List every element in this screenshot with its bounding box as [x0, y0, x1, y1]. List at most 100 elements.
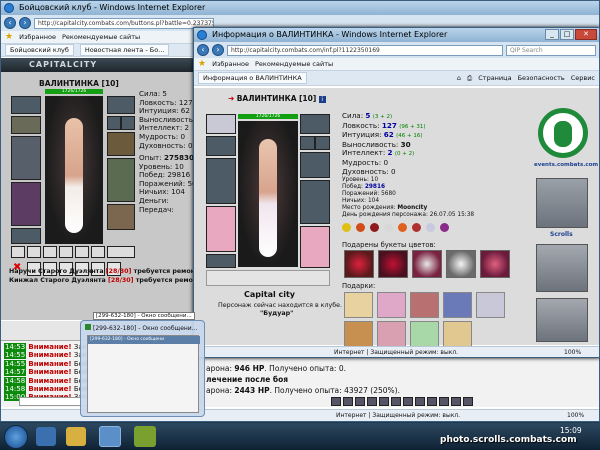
chat-action-icon[interactable]	[331, 397, 341, 406]
print-icon[interactable]: ⎙	[467, 74, 472, 83]
gift-item[interactable]	[377, 292, 406, 318]
slot-gloves[interactable]	[107, 132, 135, 156]
chat-action-icon[interactable]	[355, 397, 365, 406]
start-button[interactable]	[4, 425, 28, 449]
command-tools[interactable]: Сервис	[571, 74, 595, 82]
forward-arrow-icon[interactable]: ›	[19, 17, 31, 29]
front-zoom-level[interactable]: 100%	[564, 347, 581, 357]
small-slot[interactable]	[107, 246, 135, 258]
close-button[interactable]: ✕	[575, 29, 597, 40]
back-favorites-label[interactable]: Избранное	[19, 33, 56, 41]
taskbar-qip-icon[interactable]	[134, 426, 156, 447]
back-character-portrait[interactable]	[45, 96, 103, 244]
chat-action-icon[interactable]	[379, 397, 389, 406]
slot-ring-1[interactable]	[107, 116, 121, 130]
slot-pants-pink[interactable]	[300, 226, 330, 268]
badge-icon[interactable]	[356, 223, 365, 232]
slot-belt[interactable]	[11, 228, 41, 244]
chat-action-icon[interactable]	[415, 397, 425, 406]
badge-icon[interactable]	[384, 223, 393, 232]
events-logo[interactable]	[538, 108, 588, 158]
slot-weapon-left[interactable]	[206, 158, 236, 204]
back-address-field[interactable]: http://capitalcity.combats.com/buttons.p…	[34, 17, 214, 29]
favorites-star-icon[interactable]: ★	[5, 32, 13, 42]
front-tab-info[interactable]: Информация о ВАЛИНТИНКА	[198, 72, 307, 84]
side-banner[interactable]	[536, 298, 588, 342]
command-security[interactable]: Безопасность	[518, 74, 565, 82]
events-link[interactable]: events.combats.com	[534, 162, 598, 168]
slot-shield[interactable]	[107, 158, 135, 202]
command-page[interactable]: Страница	[478, 74, 511, 82]
back-arrow-icon[interactable]: ‹	[4, 17, 16, 29]
tray-clock[interactable]: 15:09	[560, 426, 582, 435]
bouquet-item[interactable]	[480, 250, 510, 278]
minimize-button[interactable]: _	[545, 29, 559, 40]
small-slot[interactable]	[27, 246, 41, 258]
slot-amulet[interactable]	[206, 136, 236, 156]
slot-helmet[interactable]	[11, 96, 41, 114]
slot-earrings[interactable]	[107, 96, 135, 114]
forward-arrow-icon[interactable]: ›	[212, 44, 224, 56]
badge-icon[interactable]	[342, 223, 351, 232]
slot-amulet[interactable]	[11, 116, 41, 134]
taskbar-ie-icon[interactable]	[36, 427, 56, 446]
small-slot[interactable]	[59, 246, 73, 258]
chat-action-icon[interactable]	[367, 397, 377, 406]
front-favorites-label[interactable]: Избранное	[212, 60, 249, 68]
badge-icon[interactable]	[426, 223, 435, 232]
small-slot[interactable]	[11, 246, 25, 258]
home-icon[interactable]: ⌂	[457, 74, 461, 82]
gift-item[interactable]	[377, 321, 406, 347]
back-tab-fight-club[interactable]: Бойцовский клуб	[5, 44, 74, 56]
slot-earrings[interactable]	[300, 114, 330, 134]
slot-ring-1[interactable]	[300, 136, 315, 150]
info-icon[interactable]: i	[318, 96, 326, 103]
back-arrow-icon[interactable]: ‹	[197, 44, 209, 56]
back-recommended-label[interactable]: Рекомендуемые сайты	[62, 33, 140, 41]
gift-item[interactable]	[410, 321, 439, 347]
scrolls-banner[interactable]	[536, 178, 588, 228]
chat-action-icon[interactable]	[343, 397, 353, 406]
badge-icon[interactable]	[398, 223, 407, 232]
badge-icon[interactable]	[440, 223, 449, 232]
chat-action-icon[interactable]	[403, 397, 413, 406]
bouquet-item[interactable]	[378, 250, 408, 278]
side-banner[interactable]	[536, 244, 588, 292]
scrolls-label[interactable]: Scrolls	[550, 231, 573, 238]
slot-ring-2[interactable]	[315, 136, 330, 150]
slot-helmet[interactable]	[206, 114, 236, 134]
back-zoom-level[interactable]: 100%	[567, 410, 584, 421]
gift-item[interactable]	[476, 292, 505, 318]
bouquet-item[interactable]	[344, 250, 374, 278]
gift-item[interactable]	[344, 292, 373, 318]
front-recommended-label[interactable]: Рекомендуемые сайты	[255, 60, 333, 68]
slot-gloves[interactable]	[300, 152, 330, 178]
slot-armor[interactable]	[11, 182, 41, 226]
gift-item[interactable]	[410, 292, 439, 318]
chat-action-icon[interactable]	[463, 397, 473, 406]
small-slot[interactable]	[43, 246, 57, 258]
bouquet-item[interactable]	[446, 250, 476, 278]
small-slot[interactable]	[75, 246, 89, 258]
badge-icon[interactable]	[412, 223, 421, 232]
badge-icon[interactable]	[370, 223, 379, 232]
gift-item[interactable]	[344, 321, 373, 347]
gift-item[interactable]	[443, 292, 472, 318]
gift-item[interactable]	[443, 321, 472, 347]
front-window-titlebar[interactable]: Информация о ВАЛИНТИНКА - Windows Intern…	[194, 28, 599, 42]
maximize-button[interactable]: □	[560, 29, 574, 40]
slot-boots[interactable]	[107, 204, 135, 230]
taskbar-ie-windows[interactable]	[99, 426, 121, 447]
front-character-portrait[interactable]	[238, 121, 298, 267]
small-slot[interactable]	[91, 246, 105, 258]
chat-action-icon[interactable]	[391, 397, 401, 406]
chat-action-icon[interactable]	[439, 397, 449, 406]
front-address-field[interactable]: http://capitalcity.combats.com/inf.pl?11…	[227, 44, 503, 56]
slot-weapon-left[interactable]	[11, 136, 41, 180]
back-tab-news[interactable]: Новостная лента - Бо...	[79, 44, 170, 56]
chat-action-icon[interactable]	[451, 397, 461, 406]
slot-ring-2[interactable]	[121, 116, 135, 130]
slot-shield[interactable]	[300, 180, 330, 224]
slot-belt[interactable]	[206, 254, 236, 268]
qip-search-input[interactable]: QIP Search	[506, 44, 596, 56]
